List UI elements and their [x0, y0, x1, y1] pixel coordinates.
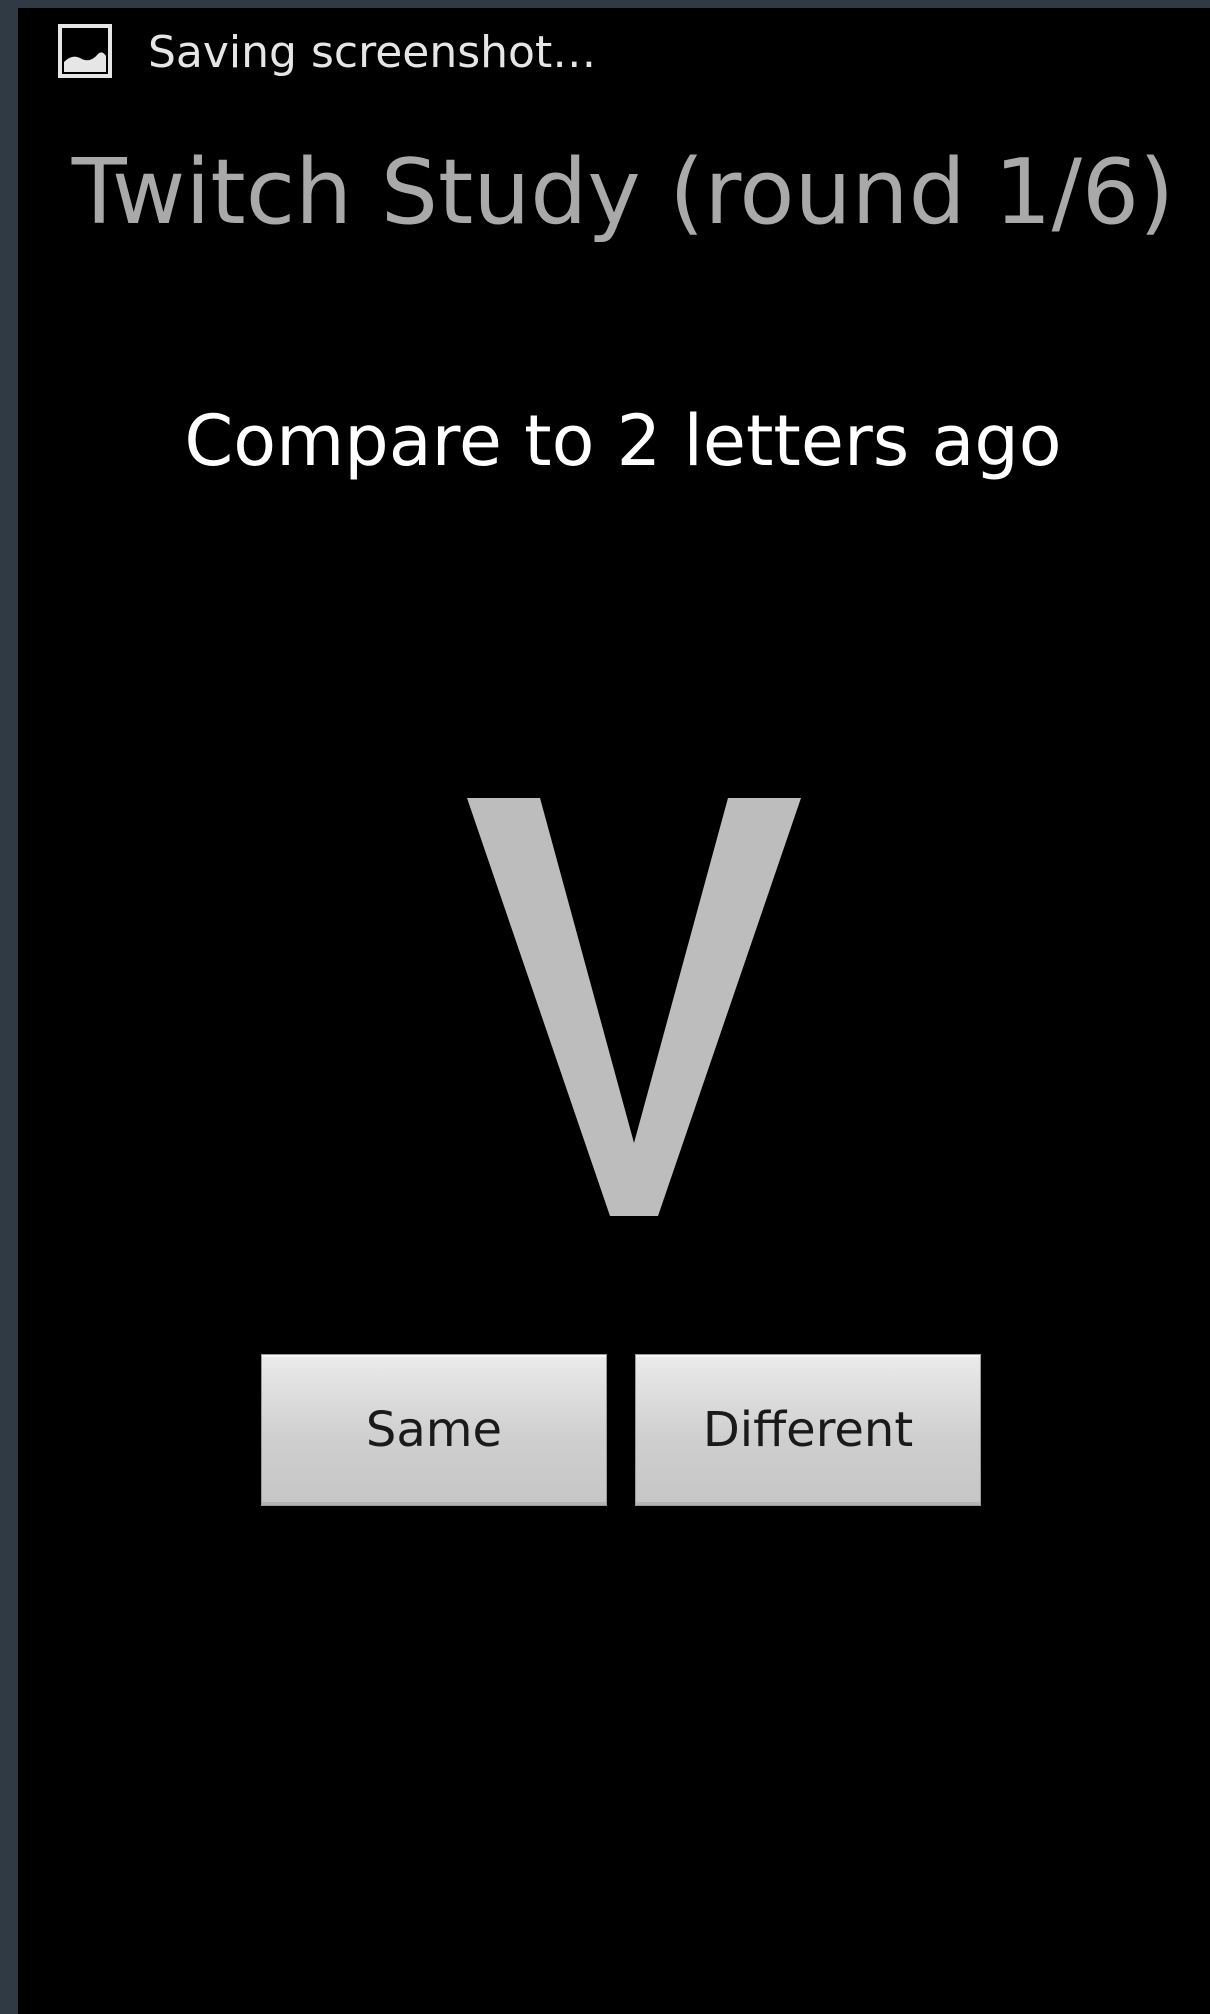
page-title: Twitch Study (round 1/6) — [71, 140, 1175, 245]
instruction-text: Compare to 2 letters ago — [184, 400, 1062, 482]
response-buttons: Same Different — [261, 1354, 981, 1506]
app-screen: Saving screenshot… Twitch Study (round 1… — [18, 8, 1210, 2014]
image-icon — [58, 24, 112, 78]
different-button[interactable]: Different — [635, 1354, 981, 1506]
stimulus-letter — [467, 798, 801, 1216]
same-button[interactable]: Same — [261, 1354, 607, 1506]
status-notification-text: Saving screenshot… — [148, 27, 597, 78]
status-bar: Saving screenshot… — [18, 8, 1210, 100]
